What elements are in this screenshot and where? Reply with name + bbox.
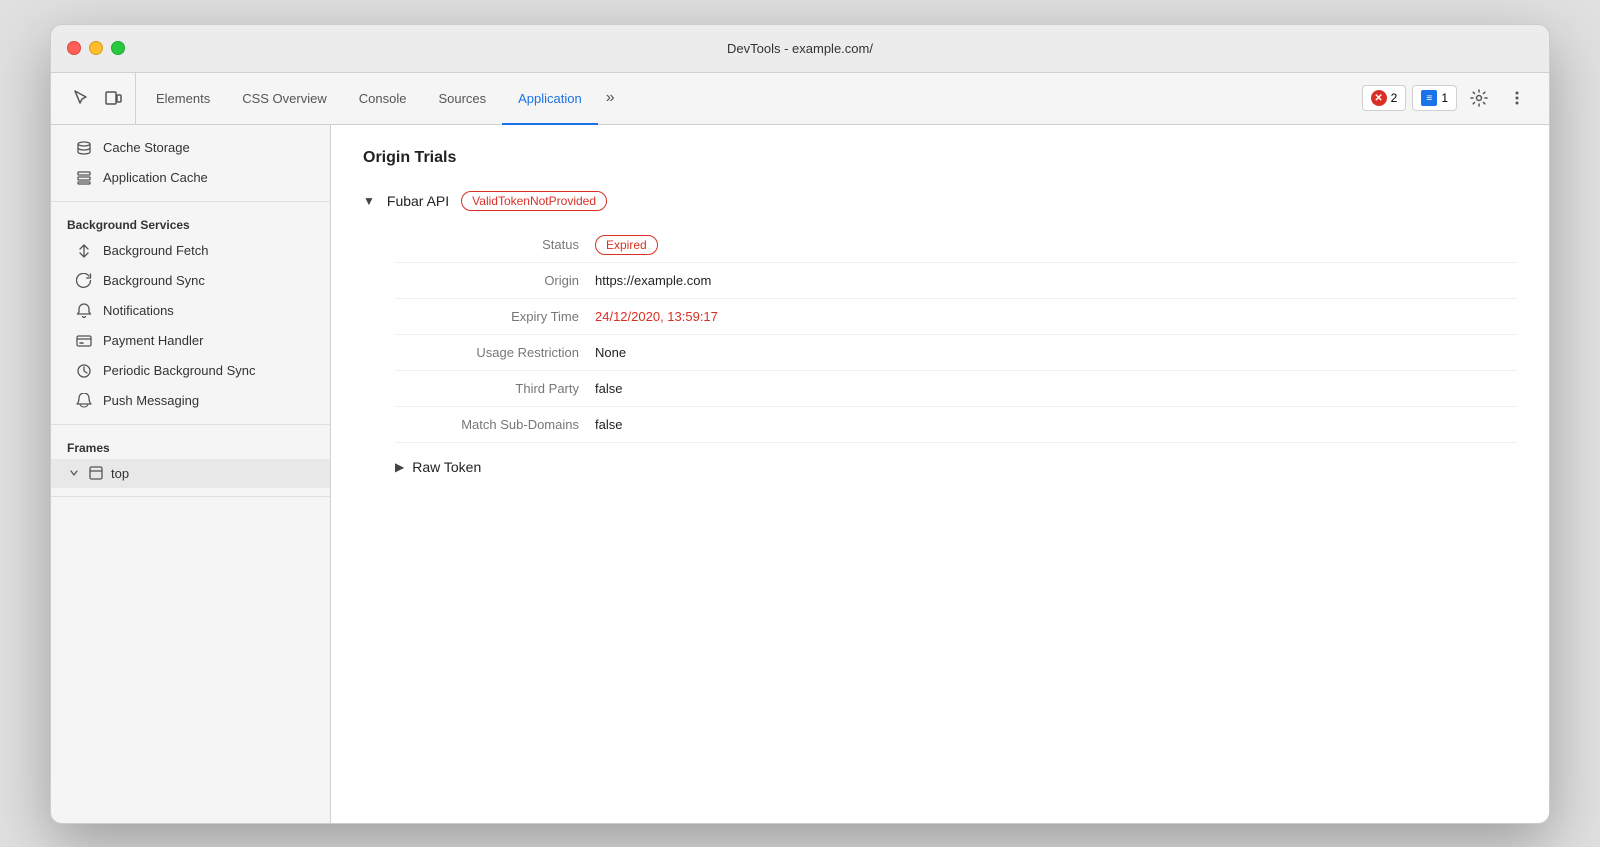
expiry-time-value: 24/12/2020, 13:59:17 bbox=[595, 299, 1517, 335]
sidebar-item-top-frame[interactable]: top bbox=[51, 459, 330, 488]
notifications-icon bbox=[75, 302, 93, 320]
inspect-icon[interactable] bbox=[67, 84, 95, 112]
sidebar-frames-header: Frames bbox=[51, 433, 330, 459]
third-party-value: false bbox=[595, 371, 1517, 407]
tab-sources[interactable]: Sources bbox=[422, 74, 502, 125]
tab-list: Elements CSS Overview Console Sources Ap… bbox=[140, 73, 1362, 124]
window-title: DevTools - example.com/ bbox=[727, 41, 873, 56]
origin-value: https://example.com bbox=[595, 263, 1517, 299]
tab-elements[interactable]: Elements bbox=[140, 74, 226, 125]
raw-token-label: Raw Token bbox=[412, 459, 481, 475]
bg-fetch-icon bbox=[75, 242, 93, 260]
tab-more-button[interactable]: » bbox=[598, 73, 623, 124]
bg-sync-icon bbox=[75, 272, 93, 290]
usage-restriction-value: None bbox=[595, 335, 1517, 371]
periodic-bg-sync-label: Periodic Background Sync bbox=[103, 363, 255, 378]
match-subdomains-value: false bbox=[595, 407, 1517, 443]
frame-arrow-icon bbox=[67, 466, 81, 480]
minimize-button[interactable] bbox=[89, 41, 103, 55]
application-cache-icon bbox=[75, 169, 93, 187]
error-badge-button[interactable]: ✕ 2 bbox=[1362, 85, 1407, 111]
main-content: Cache Storage Application Cache Backgrou bbox=[51, 125, 1549, 823]
sidebar-item-application-cache[interactable]: Application Cache bbox=[51, 163, 330, 193]
expiry-time-label: Expiry Time bbox=[395, 299, 595, 335]
right-panel: Origin Trials ▼ Fubar API ValidTokenNotP… bbox=[331, 125, 1549, 823]
push-messaging-icon bbox=[75, 392, 93, 410]
tabsbar: Elements CSS Overview Console Sources Ap… bbox=[51, 73, 1549, 125]
devtools-window: DevTools - example.com/ Elements CSS Ove… bbox=[50, 24, 1550, 824]
payment-handler-label: Payment Handler bbox=[103, 333, 203, 348]
cache-storage-icon bbox=[75, 139, 93, 157]
tab-application[interactable]: Application bbox=[502, 74, 598, 125]
match-subdomains-label: Match Sub-Domains bbox=[395, 407, 595, 443]
error-count: 2 bbox=[1391, 91, 1398, 105]
tab-actions: ✕ 2 ≡ 1 bbox=[1362, 73, 1541, 124]
frame-window-icon bbox=[89, 466, 103, 480]
top-frame-label: top bbox=[111, 466, 129, 481]
sidebar-storage-section: Cache Storage Application Cache bbox=[51, 125, 330, 202]
info-count: 1 bbox=[1441, 91, 1448, 105]
tab-css-overview[interactable]: CSS Overview bbox=[226, 74, 343, 125]
trial-header: ▼ Fubar API ValidTokenNotProvided bbox=[363, 191, 1517, 211]
status-label: Status bbox=[395, 227, 595, 263]
trial-name: Fubar API bbox=[387, 193, 449, 209]
error-icon: ✕ bbox=[1371, 90, 1387, 106]
bg-sync-label: Background Sync bbox=[103, 273, 205, 288]
expired-badge: Expired bbox=[595, 235, 658, 255]
sidebar-item-bg-sync[interactable]: Background Sync bbox=[51, 266, 330, 296]
status-value: Expired bbox=[595, 227, 1517, 263]
close-button[interactable] bbox=[67, 41, 81, 55]
more-options-button[interactable] bbox=[1501, 82, 1533, 114]
maximize-button[interactable] bbox=[111, 41, 125, 55]
third-party-label: Third Party bbox=[395, 371, 595, 407]
raw-token-row: ▶ Raw Token bbox=[395, 459, 1517, 475]
titlebar: DevTools - example.com/ bbox=[51, 25, 1549, 73]
bg-fetch-label: Background Fetch bbox=[103, 243, 209, 258]
sidebar-item-payment-handler[interactable]: Payment Handler bbox=[51, 326, 330, 356]
application-cache-label: Application Cache bbox=[103, 170, 208, 185]
sidebar-item-push-messaging[interactable]: Push Messaging bbox=[51, 386, 330, 416]
usage-restriction-label: Usage Restriction bbox=[395, 335, 595, 371]
tab-console[interactable]: Console bbox=[343, 74, 423, 125]
sidebar-item-cache-storage[interactable]: Cache Storage bbox=[51, 133, 330, 163]
tool-buttons bbox=[59, 73, 136, 124]
trial-item: ▼ Fubar API ValidTokenNotProvided Status… bbox=[363, 191, 1517, 475]
sidebar-item-notifications[interactable]: Notifications bbox=[51, 296, 330, 326]
sidebar-item-periodic-bg-sync[interactable]: Periodic Background Sync bbox=[51, 356, 330, 386]
sidebar-bg-services-section: Background Services Background Fetch bbox=[51, 202, 330, 425]
sidebar-bg-services-header: Background Services bbox=[51, 210, 330, 236]
trial-expand-arrow[interactable]: ▼ bbox=[363, 194, 375, 208]
payment-handler-icon bbox=[75, 332, 93, 350]
panel-title: Origin Trials bbox=[363, 149, 1517, 167]
cache-storage-label: Cache Storage bbox=[103, 140, 190, 155]
origin-label: Origin bbox=[395, 263, 595, 299]
raw-token-expand-arrow[interactable]: ▶ bbox=[395, 460, 404, 474]
sidebar-item-bg-fetch[interactable]: Background Fetch bbox=[51, 236, 330, 266]
traffic-lights bbox=[67, 41, 125, 55]
sidebar: Cache Storage Application Cache Backgrou bbox=[51, 125, 331, 823]
push-messaging-label: Push Messaging bbox=[103, 393, 199, 408]
info-badge-button[interactable]: ≡ 1 bbox=[1412, 85, 1457, 111]
trial-details: Status Expired Origin https://example.co… bbox=[395, 227, 1517, 443]
trial-status-badge: ValidTokenNotProvided bbox=[461, 191, 607, 211]
sidebar-frames-section: Frames top bbox=[51, 425, 330, 497]
info-icon: ≡ bbox=[1421, 90, 1437, 106]
periodic-bg-sync-icon bbox=[75, 362, 93, 380]
device-icon[interactable] bbox=[99, 84, 127, 112]
notifications-label: Notifications bbox=[103, 303, 174, 318]
settings-button[interactable] bbox=[1463, 82, 1495, 114]
